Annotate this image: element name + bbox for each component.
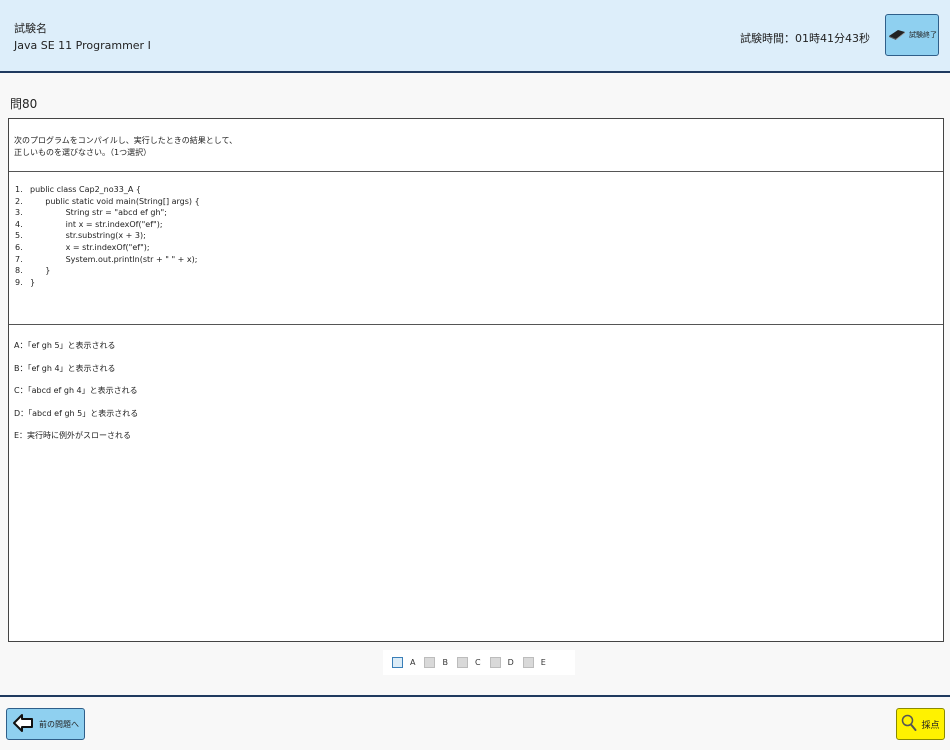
prev-question-button[interactable]: 前の問題へ xyxy=(6,708,85,740)
code-line: 9.} xyxy=(15,277,200,289)
checkbox[interactable] xyxy=(522,657,534,668)
prev-question-label: 前の問題へ xyxy=(39,719,79,729)
code-line: 5. str.substring(x + 3); xyxy=(15,230,200,242)
answer-label: E xyxy=(540,658,546,667)
code-text: } xyxy=(30,277,36,287)
code-text: int x = str.indexOf("ef"); xyxy=(30,219,163,229)
end-exam-label: 試験終了 xyxy=(909,31,937,39)
answer-checkbox-b[interactable]: B xyxy=(424,657,448,668)
code-block: 1. public class Cap2_no33_A { 2. public s… xyxy=(15,184,200,288)
answer-label: B xyxy=(442,658,448,667)
line-number: 1. xyxy=(15,185,23,194)
question-text-line: 次のプログラムをコンパイルし、実行したときの結果として、 xyxy=(14,136,238,145)
divider xyxy=(9,171,943,172)
line-number: 8. xyxy=(15,266,23,276)
line-number: 9. xyxy=(15,277,23,287)
option-list: A：「ef gh 5」と表示される B：「ef gh 4」と表示される C：「a… xyxy=(14,340,138,453)
arrow-left-icon xyxy=(12,713,34,735)
question-panel: 次のプログラムをコンパイルし、実行したときの結果として、 正しいものを選びなさい… xyxy=(8,118,944,642)
code-line: 7. System.out.println(str + " " + x); xyxy=(15,254,200,266)
answer-checkbox-e[interactable]: E xyxy=(522,657,546,668)
code-line: 1. public class Cap2_no33_A { xyxy=(15,184,200,196)
option-e: E：実行時に例外がスローされる xyxy=(14,431,132,440)
question-text: 次のプログラムをコンパイルし、実行したときの結果として、 正しいものを選びなさい… xyxy=(14,135,237,159)
exam-timer: 試験時間：01時41分43秒 xyxy=(740,32,870,45)
option-a: A：「ef gh 5」と表示される xyxy=(14,341,116,350)
line-number: 4. xyxy=(15,219,23,229)
code-text: System.out.println(str + " " + x); xyxy=(30,254,198,264)
checkbox[interactable] xyxy=(489,657,501,668)
option-b: B：「ef gh 4」と表示される xyxy=(14,363,116,373)
answer-checkbox-c[interactable]: C xyxy=(456,657,481,668)
score-button[interactable]: 採点 xyxy=(896,708,945,740)
footer: 前の問題へ 採点 xyxy=(0,695,950,750)
code-text: } xyxy=(30,266,51,276)
answer-label: C xyxy=(474,658,481,667)
code-text: String str = "abcd ef gh"; xyxy=(30,208,167,218)
code-text: str.substring(x + 3); xyxy=(30,231,146,241)
code-line: 8. } xyxy=(15,265,200,277)
answer-bar: A B C D E xyxy=(383,650,575,675)
code-text: public static void main(String[] args) { xyxy=(30,196,200,206)
question-number: 問80 xyxy=(10,97,38,111)
line-number: 3. xyxy=(15,208,23,218)
checkbox[interactable] xyxy=(456,657,468,668)
code-text: public class Cap2_no33_A { xyxy=(30,185,141,194)
score-label: 採点 xyxy=(921,720,940,731)
code-text: x = str.indexOf("ef"); xyxy=(30,242,150,252)
question-text-line: 正しいものを選びなさい。（1つ選択） xyxy=(14,148,152,157)
code-line: 2. public static void main(String[] args… xyxy=(15,196,200,208)
line-number: 2. xyxy=(15,196,23,206)
option-c: C：「abcd ef gh 4」と表示される xyxy=(14,386,138,395)
answer-checkbox-a[interactable]: A xyxy=(392,657,415,668)
option-d: D：「abcd ef gh 5」と表示される xyxy=(14,408,139,418)
code-line: 3. String str = "abcd ef gh"; xyxy=(15,207,200,219)
exam-name: Java SE 11 Programmer Ⅰ xyxy=(14,39,151,52)
magnifier-icon xyxy=(901,714,917,735)
code-line: 4. int x = str.indexOf("ef"); xyxy=(15,219,200,231)
line-number: 7. xyxy=(15,254,23,264)
divider xyxy=(9,324,943,325)
checkbox[interactable] xyxy=(424,657,436,668)
line-number: 5. xyxy=(15,231,23,241)
book-icon xyxy=(887,27,907,43)
code-line: 6. x = str.indexOf("ef"); xyxy=(15,242,200,254)
answer-checkbox-d[interactable]: D xyxy=(489,657,514,668)
header: 試験名 Java SE 11 Programmer Ⅰ 試験時間：01時41分4… xyxy=(0,0,950,73)
answer-label: A xyxy=(410,658,416,667)
exam-label: 試験名 xyxy=(14,22,47,35)
answer-label: D xyxy=(507,658,514,667)
checkbox[interactable] xyxy=(392,657,403,668)
end-exam-button[interactable]: 試験終了 xyxy=(885,14,939,56)
line-number: 6. xyxy=(15,242,23,252)
